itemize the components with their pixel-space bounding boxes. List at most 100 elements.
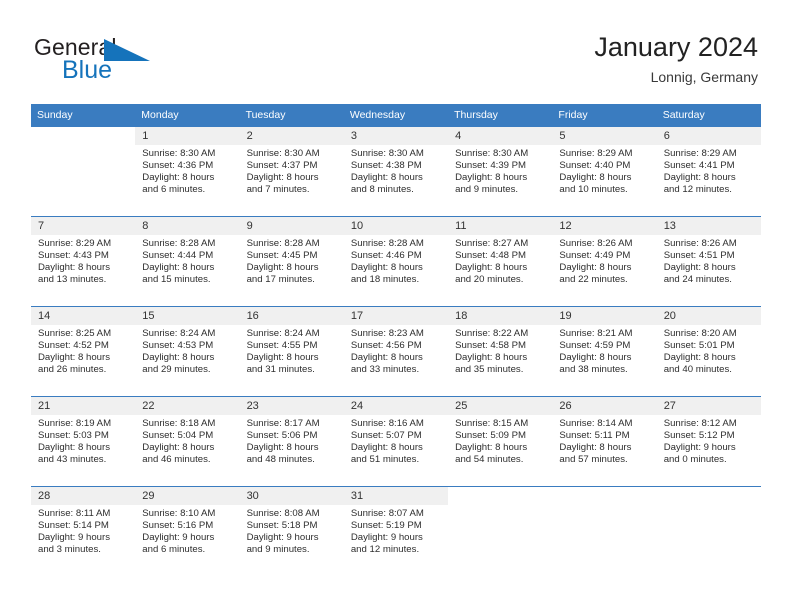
daylight-text-line2: and 6 minutes.	[142, 183, 206, 195]
day-cell-inner: 7 Sunrise: 8:29 AM Sunset: 4:43 PM Daylight…	[31, 216, 136, 306]
day-details: Sunrise: 8:11 AM Sunset: 5:14 PM Daylight:…	[31, 505, 135, 556]
day-cell-inner: 25 Sunrise: 8:15 AM Sunset: 5:09 PM Dayligh…	[448, 396, 553, 486]
sunrise-text: Sunrise: 8:11 AM	[38, 508, 111, 519]
calendar-day-cell[interactable]: 16 Sunrise: 8:24 AM Sunset: 4:55 PM Dayligh…	[239, 306, 344, 396]
day-cell-inner: 2 Sunrise: 8:30 AM Sunset: 4:37 PM Daylight…	[239, 126, 344, 216]
daylight-text-line1: Daylight: 9 hours	[350, 531, 423, 543]
calendar-day-cell[interactable]: 29 Sunrise: 8:10 AM Sunset: 5:16 PM Dayligh…	[135, 486, 240, 576]
calendar-day-cell[interactable]: 19 Sunrise: 8:21 AM Sunset: 4:59 PM Dayligh…	[552, 306, 657, 396]
sunset-text: Sunset: 4:55 PM	[246, 339, 318, 351]
day-details	[552, 505, 656, 508]
calendar-day-cell[interactable]: 25 Sunrise: 8:15 AM Sunset: 5:09 PM Dayligh…	[448, 396, 553, 486]
day-number: 8	[135, 217, 240, 235]
daylight-text-line1: Daylight: 8 hours	[142, 351, 215, 363]
day-details	[657, 505, 761, 508]
calendar-day-cell[interactable]: 13 Sunrise: 8:26 AM Sunset: 4:51 PM Dayligh…	[656, 216, 761, 306]
sunset-text: Sunset: 4:43 PM	[38, 249, 109, 261]
daylight-text-line2: and 12 minutes.	[663, 183, 732, 195]
calendar-day-cell[interactable]: 5 Sunrise: 8:29 AM Sunset: 4:40 PM Daylight…	[552, 126, 657, 216]
calendar-day-cell[interactable]: 22 Sunrise: 8:18 AM Sunset: 5:04 PM Dayligh…	[135, 396, 240, 486]
daylight-text-line1: Daylight: 8 hours	[142, 261, 215, 273]
calendar-day-cell[interactable]: 31 Sunrise: 8:07 AM Sunset: 5:19 PM Dayligh…	[343, 486, 449, 576]
daylight-text-line1: Daylight: 8 hours	[663, 261, 736, 273]
sunset-text: Sunset: 5:06 PM	[246, 429, 318, 441]
day-cell-inner: 12 Sunrise: 8:26 AM Sunset: 4:49 PM Dayligh…	[552, 216, 657, 306]
calendar-day-cell[interactable]: 24 Sunrise: 8:16 AM Sunset: 5:07 PM Dayligh…	[343, 396, 449, 486]
sunrise-text: Sunrise: 8:29 AM	[559, 148, 633, 159]
sunrise-text: Sunrise: 8:29 AM	[38, 238, 112, 249]
calendar-day-cell[interactable]: 15 Sunrise: 8:24 AM Sunset: 4:53 PM Dayligh…	[135, 306, 240, 396]
daylight-text-line1: Daylight: 8 hours	[663, 351, 736, 363]
daylight-text-line2: and 54 minutes.	[455, 453, 524, 465]
calendar-day-cell[interactable]: 27 Sunrise: 8:12 AM Sunset: 5:12 PM Dayligh…	[656, 396, 761, 486]
daylight-text-line1: Daylight: 8 hours	[246, 261, 319, 273]
sunrise-text: Sunrise: 8:22 AM	[455, 328, 529, 339]
general-blue-logo[interactable]: General Blue	[34, 34, 254, 92]
day-cell-inner: 28 Sunrise: 8:11 AM Sunset: 5:14 PM Dayligh…	[31, 486, 136, 576]
calendar-day-cell[interactable]: 3 Sunrise: 8:30 AM Sunset: 4:38 PM Daylight…	[343, 126, 449, 216]
day-details: Sunrise: 8:29 AM Sunset: 4:41 PM Daylight:…	[657, 145, 761, 196]
calendar-day-cell[interactable]: 9 Sunrise: 8:28 AM Sunset: 4:45 PM Daylight…	[239, 216, 344, 306]
calendar-day-cell[interactable]: 26 Sunrise: 8:14 AM Sunset: 5:11 PM Dayligh…	[552, 396, 657, 486]
weekday-header-monday: Monday	[135, 104, 240, 126]
day-number: 19	[552, 307, 657, 325]
calendar-day-cell[interactable]: 10 Sunrise: 8:28 AM Sunset: 4:46 PM Dayligh…	[343, 216, 449, 306]
calendar-day-cell[interactable]: 30 Sunrise: 8:08 AM Sunset: 5:18 PM Dayligh…	[239, 486, 344, 576]
calendar-day-cell[interactable]: 18 Sunrise: 8:22 AM Sunset: 4:58 PM Dayligh…	[448, 306, 553, 396]
calendar-day-cell[interactable]: 17 Sunrise: 8:23 AM Sunset: 4:56 PM Dayligh…	[343, 306, 449, 396]
daylight-text-line2: and 46 minutes.	[142, 453, 211, 465]
day-number: 15	[135, 307, 240, 325]
day-details: Sunrise: 8:17 AM Sunset: 5:06 PM Daylight:…	[240, 415, 344, 466]
day-details: Sunrise: 8:26 AM Sunset: 4:49 PM Daylight:…	[552, 235, 656, 286]
day-details: Sunrise: 8:30 AM Sunset: 4:37 PM Daylight:…	[240, 145, 344, 196]
day-number: 13	[656, 217, 761, 235]
title-block: January 2024 Lonnig, Germany	[594, 30, 758, 86]
daylight-text-line1: Daylight: 8 hours	[350, 351, 423, 363]
sunset-text: Sunset: 5:16 PM	[142, 519, 214, 531]
sunset-text: Sunset: 4:40 PM	[559, 159, 631, 171]
day-cell-inner: 29 Sunrise: 8:10 AM Sunset: 5:16 PM Dayligh…	[135, 486, 240, 576]
day-cell-inner: 6 Sunrise: 8:29 AM Sunset: 4:41 PM Daylight…	[656, 126, 761, 216]
calendar-day-cell[interactable]: 6 Sunrise: 8:29 AM Sunset: 4:41 PM Daylight…	[656, 126, 761, 216]
sunrise-text: Sunrise: 8:10 AM	[142, 508, 216, 519]
sunrise-text: Sunrise: 8:17 AM	[246, 418, 320, 429]
sunrise-text: Sunrise: 8:24 AM	[246, 328, 320, 339]
sunrise-text: Sunrise: 8:23 AM	[350, 328, 424, 339]
weekday-header-row: Sunday Monday Tuesday Wednesday Thursday…	[31, 104, 761, 126]
day-details	[448, 505, 552, 508]
calendar-empty-cell	[448, 486, 553, 576]
calendar-day-cell[interactable]: 21 Sunrise: 8:19 AM Sunset: 5:03 PM Dayligh…	[31, 396, 136, 486]
calendar-day-cell[interactable]: 28 Sunrise: 8:11 AM Sunset: 5:14 PM Dayligh…	[31, 486, 136, 576]
daylight-text-line1: Daylight: 8 hours	[455, 441, 528, 453]
day-cell-inner	[656, 486, 761, 576]
sunrise-text: Sunrise: 8:30 AM	[455, 148, 529, 159]
daylight-text-line1: Daylight: 8 hours	[350, 441, 423, 453]
calendar-day-cell[interactable]: 20 Sunrise: 8:20 AM Sunset: 5:01 PM Dayligh…	[656, 306, 761, 396]
calendar-day-cell[interactable]: 8 Sunrise: 8:28 AM Sunset: 4:44 PM Daylight…	[135, 216, 240, 306]
sunrise-text: Sunrise: 8:28 AM	[142, 238, 216, 249]
daylight-text-line2: and 31 minutes.	[246, 363, 315, 375]
sunset-text: Sunset: 4:52 PM	[38, 339, 109, 351]
calendar-day-cell[interactable]: 1 Sunrise: 8:30 AM Sunset: 4:36 PM Daylight…	[135, 126, 240, 216]
sunset-text: Sunset: 5:19 PM	[350, 519, 422, 531]
daylight-text-line2: and 24 minutes.	[663, 273, 732, 285]
daylight-text-line1: Daylight: 8 hours	[142, 171, 215, 183]
sunset-text: Sunset: 5:12 PM	[663, 429, 735, 441]
day-number: 26	[552, 397, 657, 415]
calendar-day-cell[interactable]: 7 Sunrise: 8:29 AM Sunset: 4:43 PM Daylight…	[31, 216, 136, 306]
day-number: 7	[31, 217, 136, 235]
daylight-text-line2: and 3 minutes.	[38, 543, 101, 555]
day-cell-inner: 16 Sunrise: 8:24 AM Sunset: 4:55 PM Dayligh…	[239, 306, 344, 396]
day-details: Sunrise: 8:28 AM Sunset: 4:44 PM Daylight:…	[135, 235, 239, 286]
calendar-day-cell[interactable]: 4 Sunrise: 8:30 AM Sunset: 4:39 PM Daylight…	[448, 126, 553, 216]
calendar-day-cell[interactable]: 2 Sunrise: 8:30 AM Sunset: 4:37 PM Daylight…	[239, 126, 344, 216]
calendar-day-cell[interactable]: 23 Sunrise: 8:17 AM Sunset: 5:06 PM Dayligh…	[239, 396, 344, 486]
sunset-text: Sunset: 4:53 PM	[142, 339, 214, 351]
calendar-day-cell[interactable]: 12 Sunrise: 8:26 AM Sunset: 4:49 PM Dayligh…	[552, 216, 657, 306]
calendar-day-cell[interactable]: 11 Sunrise: 8:27 AM Sunset: 4:48 PM Dayligh…	[448, 216, 553, 306]
calendar-day-cell[interactable]: 14 Sunrise: 8:25 AM Sunset: 4:52 PM Dayligh…	[31, 306, 136, 396]
sunrise-text: Sunrise: 8:30 AM	[142, 148, 216, 159]
calendar-week-row: 1 Sunrise: 8:30 AM Sunset: 4:36 PM Daylight…	[31, 126, 761, 216]
day-cell-inner: 31 Sunrise: 8:07 AM Sunset: 5:19 PM Dayligh…	[343, 486, 449, 576]
daylight-text-line1: Daylight: 9 hours	[38, 531, 110, 543]
